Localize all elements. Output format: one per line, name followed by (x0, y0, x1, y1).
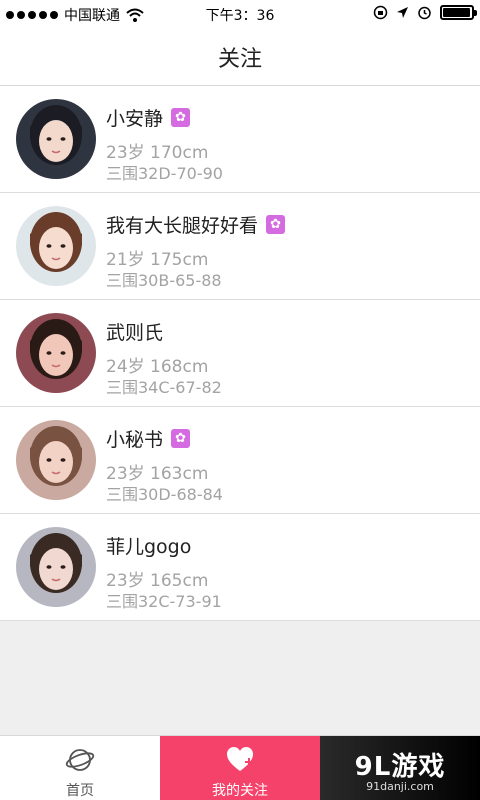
list-item[interactable]: 武则氏 ✿ 24岁 168cm 三围34C-67-82 (0, 300, 480, 407)
list-item[interactable]: 我有大长腿好好看 ✿ 21岁 175cm 三围30B-65-88 (0, 193, 480, 300)
tab-home-label: 首页 (66, 783, 94, 799)
avatar[interactable] (16, 99, 96, 179)
avatar[interactable] (16, 527, 96, 607)
heart-plus-icon (227, 747, 253, 771)
profile-name: 我有大长腿好好看 (106, 215, 259, 237)
verified-badge-icon: ✿ (171, 429, 191, 448)
page-title: 关注 (217, 47, 262, 72)
measurements: 三围32D-70-90 (106, 164, 223, 183)
profile-name: 小安静 (106, 108, 164, 130)
measurements: 三围34C-67-82 (106, 378, 222, 397)
avatar[interactable] (16, 420, 96, 500)
profile-name: 武则氏 (106, 322, 164, 344)
location-icon (397, 7, 408, 18)
battery-icon (440, 5, 477, 20)
avatar[interactable] (16, 313, 96, 393)
tab-home[interactable]: 首页 (0, 736, 160, 800)
measurements: 三围30B-65-88 (106, 271, 222, 290)
tab-my-follows[interactable]: 我的关注 (160, 736, 320, 800)
list-item[interactable]: 小安静 ✿ 23岁 170cm 三围32D-70-90 (0, 86, 480, 193)
tab-bar: 首页 我的关注 9L游戏 91danji.com (0, 735, 480, 800)
measurements: 三围32C-73-91 (106, 592, 222, 611)
list-item[interactable]: 小秘书 ✿ 23岁 163cm 三围30D-68-84 (0, 407, 480, 514)
planet-icon (65, 749, 95, 771)
tab-my-follows-label: 我的关注 (212, 783, 268, 799)
profile-name: 菲儿gogo (106, 536, 192, 558)
watermark-logo: 9L游戏 91danji.com (320, 736, 480, 800)
status-icons (373, 5, 477, 20)
status-bar: 中国联通 下午3：36 (0, 0, 480, 28)
verified-badge-icon: ✿ (171, 108, 191, 127)
verified-badge-icon: ✿ (266, 215, 286, 234)
profile-name: 小秘书 (106, 429, 164, 451)
nav-bar: 关注 (0, 28, 480, 86)
alarm-icon (418, 6, 431, 20)
avatar[interactable] (16, 206, 96, 286)
list-item[interactable]: 菲儿gogo ✿ 23岁 165cm 三围32C-73-91 (0, 514, 480, 621)
orientation-lock-icon (373, 5, 388, 20)
measurements: 三围30D-68-84 (106, 485, 223, 504)
follow-list: 小安静 ✿ 23岁 170cm 三围32D-70-90 我有大长腿好好看 ✿ 2… (0, 86, 480, 621)
watermark-url: 91danji.com (366, 780, 434, 793)
watermark-logo-text: 9L游戏 (354, 752, 446, 782)
